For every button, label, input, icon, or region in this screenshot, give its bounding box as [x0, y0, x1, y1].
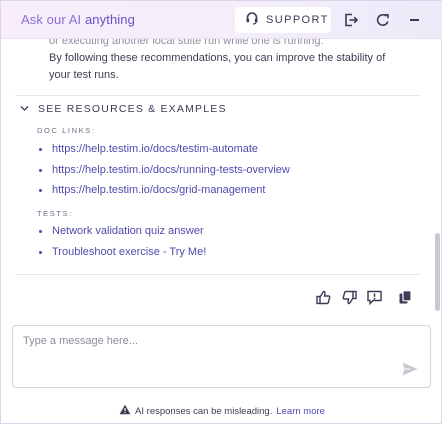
learn-more-link[interactable]: Learn more — [276, 406, 325, 417]
doc-links-label: DOC LINKS: — [37, 126, 96, 135]
chat-title: Ask our AI anything — [21, 12, 135, 27]
closing-text-line-2: your test runs. — [49, 69, 119, 81]
refresh-icon[interactable] — [374, 11, 392, 29]
bullet — [39, 188, 42, 192]
message-scroll-area[interactable]: or executing another local suite run whi… — [1, 39, 435, 311]
resources-toggle[interactable]: SEE RESOURCES & EXAMPLES — [20, 100, 227, 118]
chat-header: Ask our AI anything SUPPORT — [1, 1, 442, 39]
send-icon[interactable] — [401, 361, 419, 377]
closing-text-line-1: By following these recommendations, you … — [49, 52, 386, 64]
divider — [15, 95, 421, 96]
doc-link-text[interactable]: https://help.testim.io/docs/running-test… — [52, 164, 290, 176]
disclaimer-text: AI responses can be misleading. — [135, 405, 273, 417]
doc-link-text[interactable]: https://help.testim.io/docs/grid-managem… — [52, 184, 265, 196]
thumbs-down-icon[interactable] — [341, 289, 358, 307]
resources-heading: SEE RESOURCES & EXAMPLES — [38, 103, 227, 115]
title-highlight: anything — [84, 12, 135, 27]
chat-panel: Ask our AI anything SUPPORT or executing… — [0, 0, 442, 424]
bullet — [39, 250, 42, 254]
disclaimer: AI responses can be misleading. Learn mo… — [1, 404, 442, 418]
doc-link[interactable]: https://help.testim.io/docs/testim-autom… — [39, 143, 258, 155]
doc-link[interactable]: https://help.testim.io/docs/grid-managem… — [39, 184, 265, 196]
divider — [15, 274, 421, 275]
minimize-icon[interactable] — [406, 11, 424, 29]
truncated-text: or executing another local suite run whi… — [49, 39, 324, 47]
support-button[interactable]: SUPPORT — [235, 7, 331, 33]
bullet — [39, 147, 42, 151]
copy-icon[interactable] — [397, 289, 414, 307]
message-composer — [12, 325, 431, 388]
test-link[interactable]: Network validation quiz answer — [39, 225, 204, 237]
warning-icon — [119, 404, 131, 418]
support-label: SUPPORT — [266, 14, 329, 26]
message-input[interactable] — [23, 335, 383, 347]
test-link-text[interactable]: Network validation quiz answer — [52, 225, 204, 237]
tests-label: TESTS: — [37, 209, 73, 218]
exit-icon[interactable] — [342, 11, 360, 29]
headset-icon — [245, 11, 259, 30]
doc-link-text[interactable]: https://help.testim.io/docs/testim-autom… — [52, 143, 258, 155]
doc-link[interactable]: https://help.testim.io/docs/running-test… — [39, 164, 290, 176]
test-link-text[interactable]: Troubleshoot exercise - Try Me! — [52, 246, 206, 258]
scrollbar-thumb[interactable] — [435, 233, 440, 311]
thumbs-up-icon[interactable] — [315, 289, 332, 307]
feedback-icon[interactable] — [366, 289, 383, 307]
chevron-down-icon — [20, 100, 29, 118]
bullet — [39, 168, 42, 172]
bullet — [39, 229, 42, 233]
test-link[interactable]: Troubleshoot exercise - Try Me! — [39, 246, 206, 258]
title-prefix: Ask our AI — [21, 12, 82, 27]
